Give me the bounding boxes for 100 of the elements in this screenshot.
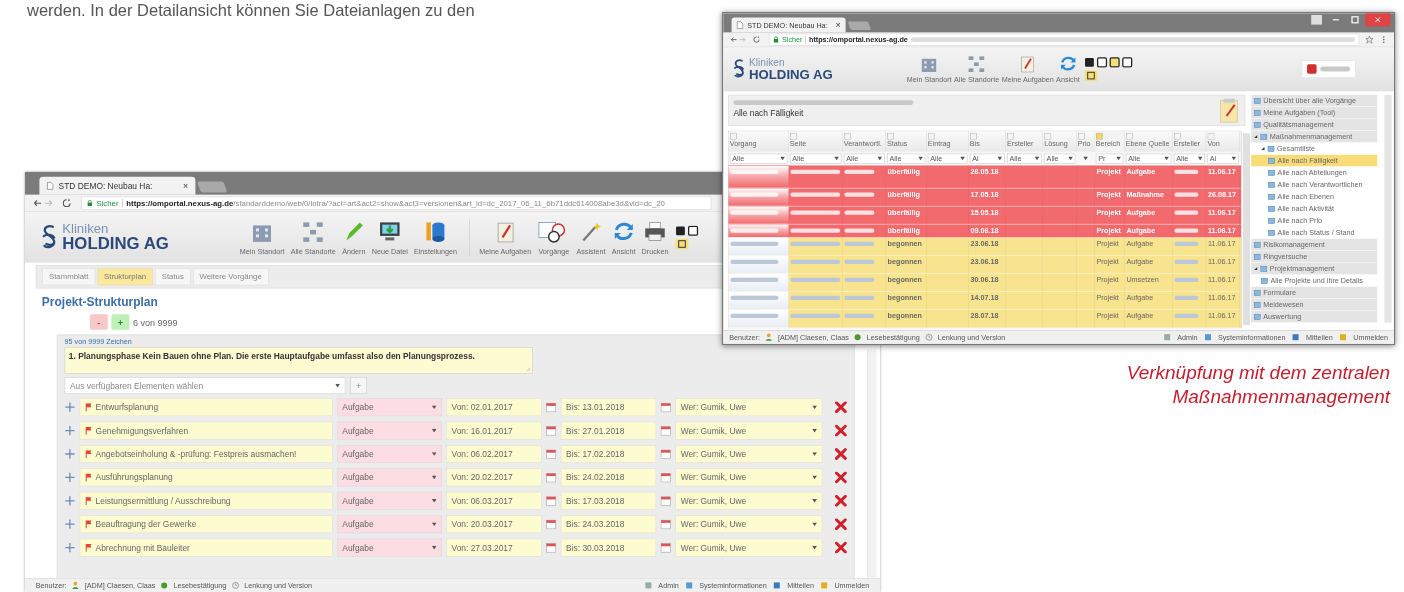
move-icon[interactable] (64, 471, 76, 483)
add-element-button[interactable]: + (350, 377, 367, 394)
dropdown-arrow-icon[interactable] (812, 545, 818, 550)
calendar-icon[interactable] (545, 495, 557, 506)
dropdown-arrow-icon[interactable] (812, 522, 818, 526)
calendar-icon[interactable] (660, 495, 672, 506)
end-date-field[interactable]: Bis: 24.03.2018 (560, 514, 657, 533)
type-select[interactable]: Aufgabe (336, 468, 442, 487)
dropdown-arrow-icon[interactable] (812, 451, 818, 456)
assignee-select[interactable]: Wer: Gumik, Uwe (675, 468, 823, 487)
dropdown-arrow-icon[interactable] (1231, 156, 1237, 161)
dropdown-arrow-icon[interactable] (834, 156, 839, 161)
calendar-icon[interactable] (545, 471, 557, 483)
end-date-field[interactable]: Bis: 27.01.2018 (560, 421, 657, 440)
dropdown-arrow-icon[interactable] (1083, 156, 1088, 161)
task-name-field[interactable]: Beauftragung der Gewerke (79, 514, 333, 533)
dropdown-arrow-icon[interactable] (431, 522, 437, 526)
browser-tab[interactable]: STD DEMO: Neubau Ha: × (39, 176, 196, 195)
calendar-icon[interactable] (660, 518, 672, 530)
calendar-icon[interactable] (660, 471, 672, 483)
close-button[interactable] (1365, 13, 1391, 27)
dropdown-arrow-icon[interactable] (1197, 156, 1203, 161)
dropdown-arrow-icon[interactable] (431, 475, 437, 479)
dropdown-arrow-icon[interactable] (780, 156, 785, 161)
start-date-field[interactable]: Von: 20.02.2017 (446, 468, 542, 487)
end-date-field[interactable]: Bis: 17.02.2018 (560, 444, 657, 463)
type-select[interactable]: Aufgabe (336, 491, 442, 510)
dropdown-arrow-icon[interactable] (812, 498, 818, 503)
dropdown-arrow-icon[interactable] (812, 405, 818, 409)
start-date-field[interactable]: Von: 16.01.2017 (446, 421, 542, 440)
calendar-icon[interactable] (545, 424, 557, 436)
dropdown-arrow-icon[interactable] (1034, 156, 1040, 161)
type-select[interactable]: Aufgabe (336, 514, 442, 533)
end-date-field[interactable]: Bis: 17.03.2018 (560, 491, 657, 510)
dropdown-arrow-icon[interactable] (960, 156, 965, 161)
task-name-field[interactable]: Abrechnung mit Bauleiter (79, 538, 333, 557)
assignee-select[interactable]: Wer: Gumik, Uwe (675, 397, 823, 416)
calendar-icon[interactable] (660, 541, 672, 553)
calendar-icon[interactable] (545, 518, 557, 530)
action-button[interactable] (1301, 60, 1356, 78)
delete-icon[interactable] (835, 471, 847, 484)
type-select[interactable]: Aufgabe (336, 444, 442, 463)
delete-icon[interactable] (835, 541, 847, 554)
dropdown-arrow-icon[interactable] (431, 428, 437, 433)
end-date-field[interactable]: Bis: 30.03.2018 (560, 538, 657, 557)
close-tab-button[interactable]: × (835, 19, 841, 30)
dropdown-arrow-icon[interactable] (877, 156, 883, 161)
calendar-icon[interactable] (660, 448, 672, 460)
dropdown-arrow-icon[interactable] (812, 428, 818, 433)
remove-button[interactable]: - (89, 314, 108, 330)
expand-arrow-icon[interactable] (1260, 146, 1265, 151)
task-name-field[interactable]: Ausführungsplanung (79, 468, 333, 487)
add-button[interactable]: + (111, 314, 130, 330)
assignee-select[interactable]: Wer: Gumik, Uwe (675, 491, 823, 510)
layout-icon[interactable] (1084, 70, 1098, 81)
delete-icon[interactable] (835, 424, 847, 437)
type-select[interactable]: Aufgabe (336, 397, 442, 416)
calendar-icon[interactable] (660, 424, 672, 436)
calendar-icon[interactable] (545, 401, 557, 413)
dropdown-arrow-icon[interactable] (431, 545, 437, 550)
task-name-field[interactable]: Entwurfsplanung (79, 397, 333, 416)
dropdown-arrow-icon[interactable] (997, 156, 1003, 161)
dropdown-arrow-icon[interactable] (335, 383, 340, 388)
task-name-field[interactable]: Genehmigungsverfahren (79, 421, 333, 440)
calendar-icon[interactable] (660, 401, 672, 413)
delete-icon[interactable] (835, 447, 847, 460)
assignee-select[interactable]: Wer: Gumik, Uwe (675, 514, 823, 533)
move-icon[interactable] (64, 541, 76, 553)
layout-icon[interactable] (675, 238, 689, 250)
dropdown-arrow-icon[interactable] (812, 475, 818, 479)
end-date-field[interactable]: Bis: 24.02.2018 (560, 468, 657, 487)
close-tab-button[interactable]: × (182, 180, 189, 191)
start-date-field[interactable]: Von: 06.02.2017 (446, 444, 542, 463)
dropdown-arrow-icon[interactable] (431, 451, 437, 456)
expand-arrow-icon[interactable] (1253, 134, 1258, 139)
assignee-select[interactable]: Wer: Gumik, Uwe (675, 444, 823, 463)
type-select[interactable]: Aufgabe (336, 538, 442, 557)
start-date-field[interactable]: Von: 20.03.2017 (446, 514, 542, 533)
task-name-field[interactable]: Angebotseinholung & -prüfung: Festpreis ausmachen! (79, 444, 333, 463)
dropdown-arrow-icon[interactable] (1116, 156, 1121, 161)
start-date-field[interactable]: Von: 02.01.2017 (446, 397, 542, 416)
dropdown-arrow-icon[interactable] (431, 498, 437, 503)
calendar-icon[interactable] (545, 448, 557, 460)
move-icon[interactable] (64, 424, 76, 436)
move-icon[interactable] (64, 448, 76, 460)
dropdown-arrow-icon[interactable] (918, 156, 923, 161)
task-name-field[interactable]: Leistungsermittlung / Ausschreibung (79, 491, 333, 510)
assignee-select[interactable]: Wer: Gumik, Uwe (675, 421, 823, 440)
end-date-field[interactable]: Bis: 13.01.2018 (560, 397, 657, 416)
start-date-field[interactable]: Von: 06.03.2017 (446, 491, 542, 510)
expand-arrow-icon[interactable] (1253, 266, 1258, 271)
dropdown-arrow-icon[interactable] (431, 405, 437, 409)
calendar-icon[interactable] (545, 541, 557, 553)
delete-icon[interactable] (835, 400, 847, 413)
dropdown-arrow-icon[interactable] (1164, 156, 1169, 161)
text-area[interactable]: 1. Planungsphase Kein Bauen ohne Plan. Die erste Hauptaufgabe umfasst also den Planungsprozess. (64, 347, 533, 374)
type-select[interactable]: Aufgabe (336, 421, 442, 440)
delete-icon[interactable] (835, 517, 847, 530)
start-date-field[interactable]: Von: 27.03.2017 (446, 538, 542, 557)
element-select[interactable]: Aus verfügbaren Elementen wählen (64, 377, 346, 394)
